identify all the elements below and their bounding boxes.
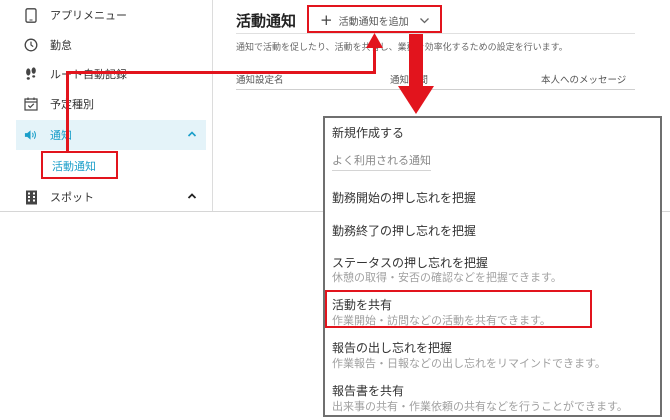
sidebar-item-label: スポット	[50, 191, 94, 204]
column-header-setting-name[interactable]: 通知設定名	[236, 72, 284, 86]
menu-item-work-end[interactable]: 勤務終了の押し忘れを把握	[332, 222, 476, 239]
connector-line	[373, 46, 376, 74]
menu-item-share-report[interactable]: 報告書を共有	[332, 382, 404, 399]
column-header-message[interactable]: 本人へのメッセージ	[541, 72, 626, 86]
connector-line	[66, 72, 69, 152]
connector-line	[66, 71, 376, 74]
arrow-up-icon	[366, 33, 383, 48]
footprints-icon	[24, 67, 38, 81]
clock-icon	[24, 38, 38, 52]
sidebar-item-app-menu[interactable]: アプリメニュー	[16, 0, 206, 30]
calendar-check-icon	[24, 97, 38, 111]
sidebar-item-route-record[interactable]: ルート自動記録	[16, 59, 206, 89]
sidebar-item-label: 予定種別	[50, 98, 94, 111]
sidebar-item-schedule-type[interactable]: 予定種別	[16, 89, 206, 119]
sidebar: アプリメニュー 勤怠 ルート自動記録 予定種別 通知 活動通知 スポット	[0, 0, 213, 211]
highlight-box-add-button	[307, 5, 442, 33]
page-title: 活動通知	[236, 12, 297, 30]
arrow-down-icon	[398, 34, 434, 114]
chevron-up-icon	[186, 190, 198, 202]
highlight-box-sub-item	[41, 151, 118, 179]
sidebar-item-spot[interactable]: スポット	[16, 182, 206, 211]
menu-section-header: よく利用される通知	[332, 152, 431, 171]
menu-item-description: 作業報告・日報などの出し忘れをリマインドできます。	[332, 357, 606, 370]
speaker-icon	[24, 128, 38, 142]
table-header-divider	[236, 89, 635, 90]
smartphone-icon	[24, 7, 38, 23]
menu-item-description: 出来事の共有・作業依頼の共有などを行うことができます。	[332, 400, 628, 413]
sidebar-item-label: アプリメニュー	[50, 9, 127, 22]
divider	[236, 33, 635, 34]
sidebar-item-label: ルート自動記録	[50, 68, 127, 81]
chevron-up-icon	[186, 128, 198, 140]
menu-item-work-start[interactable]: 勤務開始の押し忘れを把握	[332, 189, 476, 206]
building-icon	[24, 190, 38, 204]
menu-item-create-new[interactable]: 新規作成する	[332, 124, 404, 141]
highlight-box-share-activity	[325, 290, 592, 328]
menu-item-description: 休憩の取得・安否の確認などを把握できます。	[332, 271, 562, 284]
sidebar-item-notification[interactable]: 通知	[16, 120, 206, 150]
menu-item-report-reminder[interactable]: 報告の出し忘れを把握	[332, 339, 452, 356]
sidebar-item-label: 勤怠	[50, 39, 72, 52]
sidebar-item-attendance[interactable]: 勤怠	[16, 30, 206, 60]
notification-dropdown-menu: 新規作成する よく利用される通知 勤務開始の押し忘れを把握 勤務終了の押し忘れを…	[323, 116, 662, 417]
